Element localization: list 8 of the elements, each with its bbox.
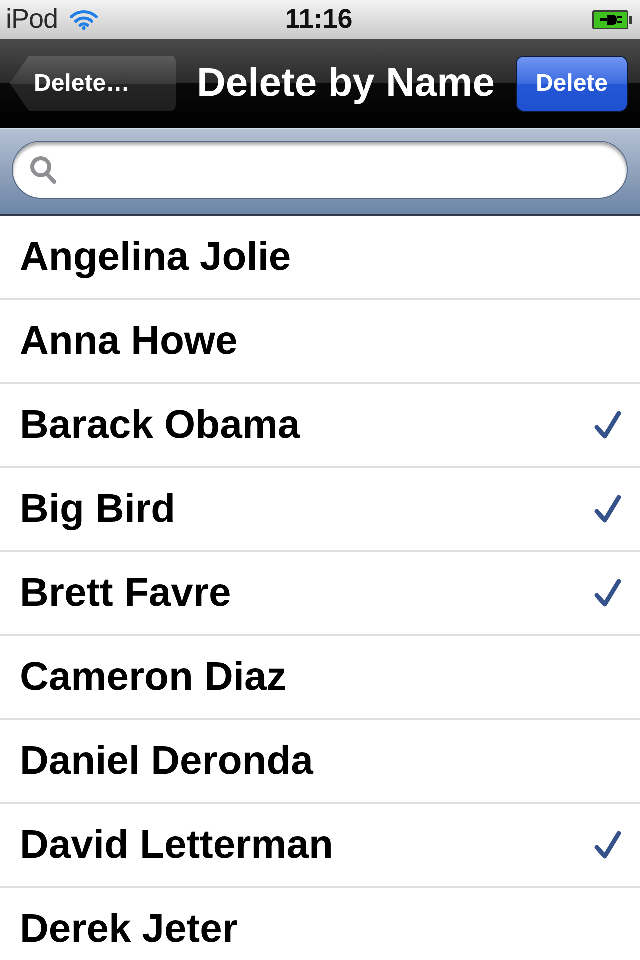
search-icon xyxy=(30,156,57,184)
carrier-label: iPod xyxy=(6,4,58,35)
battery-charging-icon xyxy=(592,10,632,30)
wifi-icon xyxy=(70,9,98,30)
delete-button[interactable]: Delete xyxy=(516,56,628,112)
clock-time: 11:16 xyxy=(285,4,353,35)
navigation-title: Delete by Name xyxy=(196,61,496,106)
back-button[interactable]: Delete… xyxy=(10,56,176,112)
